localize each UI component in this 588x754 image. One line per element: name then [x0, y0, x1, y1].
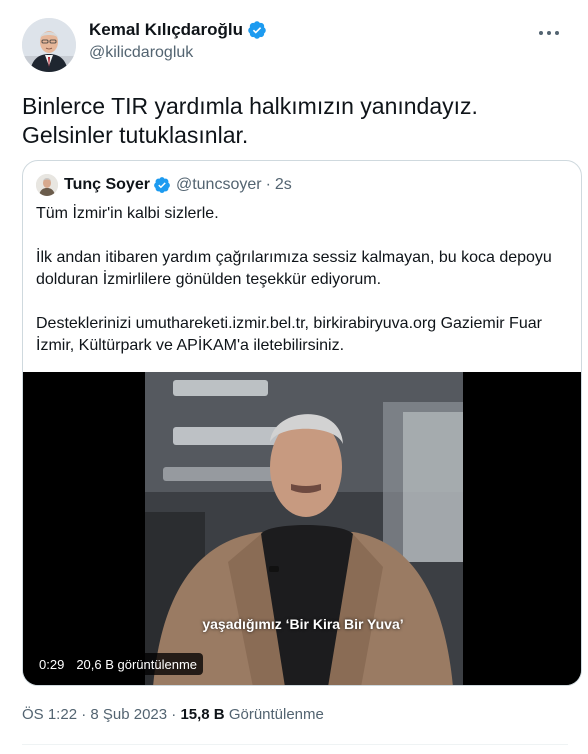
video-subtitle: yaşadığımız ‘Bir Kira Bir Yuva’ — [202, 616, 404, 632]
verified-badge-icon — [248, 21, 266, 39]
video-duration: 0:29 — [39, 656, 65, 672]
separator-dot: · — [265, 176, 271, 193]
quoted-tweet[interactable]: Tunç Soyer @tuncsoyer · 2s Tüm İzmir'in … — [22, 160, 582, 686]
quoted-paragraph: Desteklerinizi umuthareketi.izmir.bel.tr… — [36, 315, 542, 354]
quoted-tweet-text: Tüm İzmir'in kalbi sizlerle. İlk andan i… — [36, 203, 566, 379]
quoted-paragraph: Tüm İzmir'in kalbi sizlerle. — [36, 205, 219, 222]
quoted-timestamp[interactable]: 2s — [275, 176, 292, 194]
quoted-tweet-header: Tunç Soyer @tuncsoyer · 2s — [36, 174, 292, 196]
quoted-paragraph: İlk andan itibaren yardım çağrılarımıza … — [36, 249, 552, 288]
quoted-author-handle: @tuncsoyer — [175, 176, 262, 193]
author-handle[interactable]: @kilicdarogluk — [89, 44, 193, 62]
author-name-label[interactable]: Kemal Kılıçdaroğlu — [89, 20, 243, 40]
author-name[interactable]: Kemal Kılıçdaroğlu — [89, 20, 267, 40]
views-count[interactable]: 15,8 B — [180, 706, 224, 723]
quoted-author-name: Tunç Soyer — [64, 176, 150, 193]
tweet-timestamp[interactable]: ÖS 1:22 · 8 Şub 2023 · — [22, 706, 176, 723]
views-label: Görüntülenme — [228, 706, 324, 723]
video-info-badge: 0:29 20,6 B görüntülenme — [33, 653, 204, 675]
tweet-text: Binlerce TIR yardımla halkımızın yanında… — [22, 93, 478, 148]
tweet-footer: ÖS 1:22 · 8 Şub 2023 · 15,8 B Görüntülen… — [22, 706, 324, 723]
divider — [22, 744, 568, 745]
video-frame — [23, 372, 581, 685]
video-view-count: 20,6 B görüntülenme — [76, 656, 198, 672]
quoted-author-avatar — [36, 174, 58, 196]
quoted-verified-badge-icon — [154, 177, 170, 193]
author-avatar[interactable] — [22, 18, 76, 72]
more-options-icon[interactable] — [536, 28, 562, 38]
video-player[interactable]: yaşadığımız ‘Bir Kira Bir Yuva’ 0:29 20,… — [23, 372, 581, 685]
